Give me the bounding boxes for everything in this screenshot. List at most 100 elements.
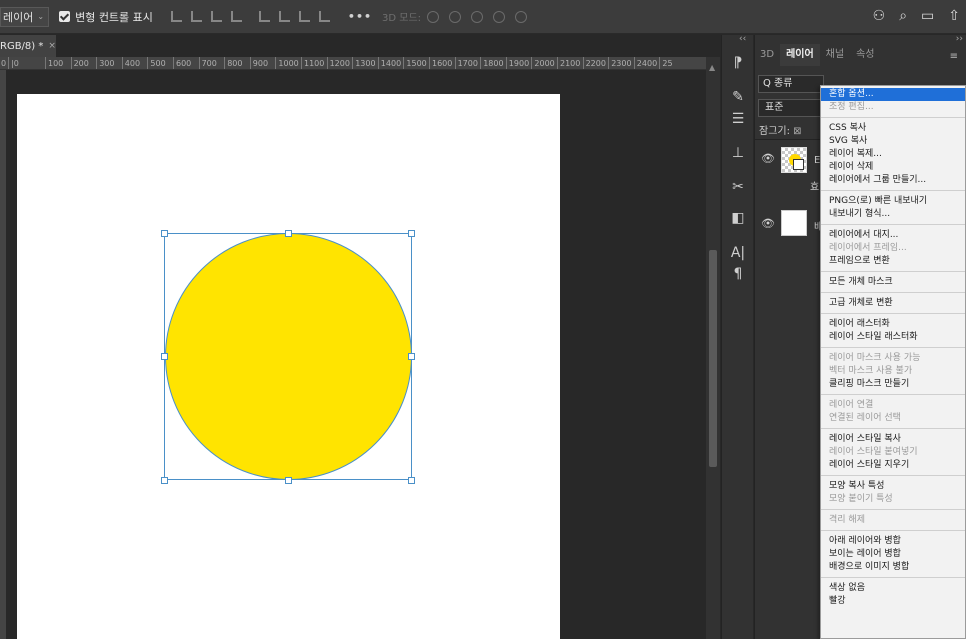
menu-item[interactable]: 레이어 삭제 [821,161,965,174]
slide-icon[interactable] [493,10,506,23]
roll-icon[interactable] [449,10,462,23]
tab-channels[interactable]: 채널 [820,44,850,66]
menu-item[interactable]: 색상 없음 [821,582,965,595]
ruler-tick: 700 [198,57,217,69]
background-layer-thumbnail[interactable] [781,210,807,236]
navigator-icon[interactable]: ◧ [730,210,746,226]
more-options-button[interactable]: ••• [348,10,372,23]
transform-handle-bottom-right[interactable] [408,477,415,484]
tab-3d[interactable]: 3D [754,44,780,66]
vertical-ruler[interactable] [0,70,6,639]
close-icon[interactable]: × [48,41,56,51]
align-center-icon[interactable] [190,11,202,22]
menu-item[interactable]: 배경으로 이미지 병합 [821,561,965,574]
align-top-icon[interactable] [258,11,270,22]
menu-item[interactable]: 레이어에서 대지... [821,229,965,242]
menu-item[interactable]: 모양 복사 특성 [821,480,965,493]
layer-filter-kind[interactable]: Q 종류 [758,75,824,93]
visibility-eye-icon[interactable]: 👁 [761,217,775,230]
adjustments-icon[interactable]: ☰ [730,111,746,127]
menu-separator [821,577,965,578]
learn-icon[interactable]: ⚇ [873,9,886,23]
checkbox-icon[interactable] [59,11,71,22]
vertical-scrollbar[interactable]: ▲ [706,57,720,639]
smart-object-layer-thumbnail[interactable] [781,147,807,173]
share-icon[interactable]: ⇧ [948,9,960,23]
transform-handle-top-left[interactable] [161,230,168,237]
ruler-tick: 1200 [326,57,350,69]
ruler-tick: 1000 [275,57,299,69]
ruler-tick: 900 [249,57,268,69]
ruler-tick: 1400 [377,57,401,69]
yellow-ellipse-shape[interactable] [165,233,412,480]
transform-handle-top-center[interactable] [285,230,292,237]
history-icon[interactable]: ⁋ [730,55,746,71]
brush-settings-icon[interactable]: ✎ [730,89,746,105]
menu-item[interactable]: 클리핑 마스크 만들기 [821,378,965,391]
menu-item[interactable]: 빨강 [821,595,965,608]
character-icon[interactable]: A| [730,245,746,261]
layer-select-label: 레이어 [3,10,34,24]
search-icon[interactable]: ⌕ [899,9,907,23]
layer-effects-partial[interactable]: 효 [810,178,819,193]
menu-item[interactable]: 혼합 옵션... [821,88,965,101]
distribute-icon[interactable] [230,11,242,22]
blend-mode-select[interactable]: 표준 [758,99,824,117]
ruler-tick: 1500 [403,57,427,69]
menu-item[interactable]: 레이어에서 그룹 만들기... [821,174,965,187]
pan-icon[interactable] [471,10,484,23]
menu-separator [821,428,965,429]
align-buttons [170,11,330,22]
distribute-vertical-icon[interactable] [318,11,330,22]
document-tab[interactable]: RGB/8) * × [0,35,56,57]
align-middle-icon[interactable] [278,11,290,22]
transform-handle-middle-right[interactable] [408,353,415,360]
horizontal-ruler[interactable]: 0 |0 100 200 300 400 500 600 700 800 900 1000 1100 12… [0,57,706,70]
show-transform-controls-checkbox[interactable]: 변형 컨트롤 표시 [59,9,153,25]
menu-item[interactable]: CSS 복사 [821,122,965,135]
ruler-tick: 500 [147,57,166,69]
ruler-tick: |0 [8,57,19,69]
align-bottom-icon[interactable] [298,11,310,22]
clone-source-icon[interactable]: ⊥ [730,145,746,161]
tab-properties[interactable]: 속성 [850,44,880,66]
menu-item[interactable]: 아래 레이어와 병합 [821,535,965,548]
ruler-tick: 2100 [557,57,580,69]
transform-handle-bottom-center[interactable] [285,477,292,484]
tool-presets-icon[interactable]: ✂ [730,179,746,195]
align-right-icon[interactable] [210,11,222,22]
ruler-tick: 1300 [352,57,376,69]
menu-item[interactable]: 레이어 스타일 래스터화 [821,331,965,344]
lock-label: 잠그기: [759,126,790,137]
layer-select-dropdown[interactable]: 레이어 ⌄ [0,6,50,27]
collapse-right-icon[interactable]: ›› [956,34,963,44]
menu-item[interactable]: 프레임으로 변환 [821,255,965,268]
menu-item[interactable]: 레이어 스타일 복사 [821,433,965,446]
scroll-up-arrow-icon[interactable]: ▲ [709,63,715,72]
orbit-icon[interactable] [427,10,440,23]
scale-icon[interactable] [515,10,528,23]
transform-handle-middle-left[interactable] [161,353,168,360]
menu-item[interactable]: 내보내기 형식... [821,208,965,221]
menu-separator [821,475,965,476]
visibility-eye-icon[interactable]: 👁 [761,152,775,165]
transform-handle-bottom-left[interactable] [161,477,168,484]
tab-layers[interactable]: 레이어 [780,44,820,66]
workspace-icon[interactable]: ▭ [921,9,934,23]
lock-transparent-icon[interactable]: ⊠ [793,126,801,137]
paragraph-icon[interactable]: ¶ [730,266,746,282]
panel-menu-icon[interactable]: ≡ [950,51,958,62]
menu-item[interactable]: 레이어 래스터화 [821,318,965,331]
collapse-left-icon[interactable]: ‹‹ [739,34,746,44]
ruler-tick: 1600 [429,57,452,69]
menu-item[interactable]: 레이어 스타일 지우기 [821,459,965,472]
menu-item[interactable]: PNG으(로) 빠른 내보내기 [821,195,965,208]
menu-item[interactable]: 보이는 레이어 병합 [821,548,965,561]
menu-item[interactable]: 고급 개체로 변환 [821,297,965,310]
transform-handle-top-right[interactable] [408,230,415,237]
align-left-icon[interactable] [170,11,182,22]
menu-item[interactable]: 레이어 복제... [821,148,965,161]
menu-item[interactable]: 모든 개체 마스크 [821,276,965,289]
scrollbar-thumb[interactable] [709,250,717,467]
menu-item[interactable]: SVG 복사 [821,135,965,148]
